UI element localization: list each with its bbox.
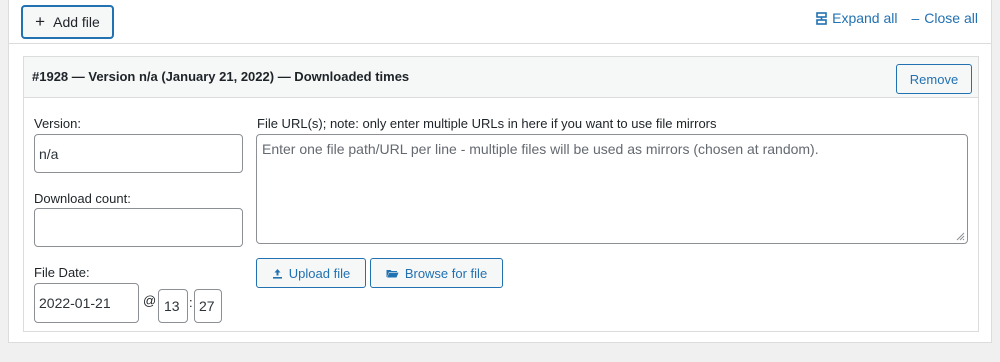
downloads-panel: + Add file Expand all – Close all #1928 … <box>8 0 992 343</box>
file-item-title: #1928 — Version n/a (January 21, 2022) —… <box>32 69 410 84</box>
close-all-link[interactable]: – Close all <box>912 10 979 26</box>
add-file-button[interactable]: + Add file <box>22 6 113 38</box>
download-count-label: Download count: <box>34 191 131 206</box>
file-item-header[interactable]: #1928 — Version n/a (January 21, 2022) —… <box>24 57 978 98</box>
expand-all-label: Expand all <box>832 10 898 26</box>
browse-file-button[interactable]: Browse for file <box>370 258 503 288</box>
hour-field[interactable]: 13 <box>158 289 188 323</box>
upload-file-label: Upload file <box>288 265 351 281</box>
file-date-label: File Date: <box>34 265 90 280</box>
download-count-field[interactable] <box>34 208 243 247</box>
file-urls-label: File URL(s); note: only enter multiple U… <box>257 116 717 131</box>
remove-button[interactable]: Remove <box>896 64 972 94</box>
upload-icon <box>272 268 282 279</box>
file-urls-placeholder: Enter one file path/URL per line - multi… <box>262 141 819 157</box>
time-separator: : <box>189 295 193 310</box>
browse-file-label: Browse for file <box>404 265 488 281</box>
folder-icon <box>386 269 399 277</box>
resize-grip-icon[interactable] <box>955 231 965 241</box>
expand-all-link[interactable]: Expand all <box>816 10 898 26</box>
plus-icon: + <box>35 11 46 31</box>
expand-icon <box>816 11 827 25</box>
version-label: Version: <box>34 116 81 131</box>
download-file-item: #1928 — Version n/a (January 21, 2022) —… <box>23 56 979 332</box>
file-urls-textarea[interactable]: Enter one file path/URL per line - multi… <box>256 134 968 244</box>
expand-collapse-links: Expand all – Close all <box>816 10 978 26</box>
date-field[interactable]: 2022-01-21 <box>34 283 139 323</box>
close-all-label: Close all <box>924 10 978 26</box>
add-file-label: Add file <box>53 14 100 30</box>
version-field[interactable]: n/a <box>34 134 243 173</box>
minus-icon: – <box>911 10 920 26</box>
at-symbol: @ <box>143 293 157 308</box>
toolbar-divider <box>9 43 991 44</box>
minute-field[interactable]: 27 <box>194 289 222 323</box>
upload-file-button[interactable]: Upload file <box>256 258 366 288</box>
